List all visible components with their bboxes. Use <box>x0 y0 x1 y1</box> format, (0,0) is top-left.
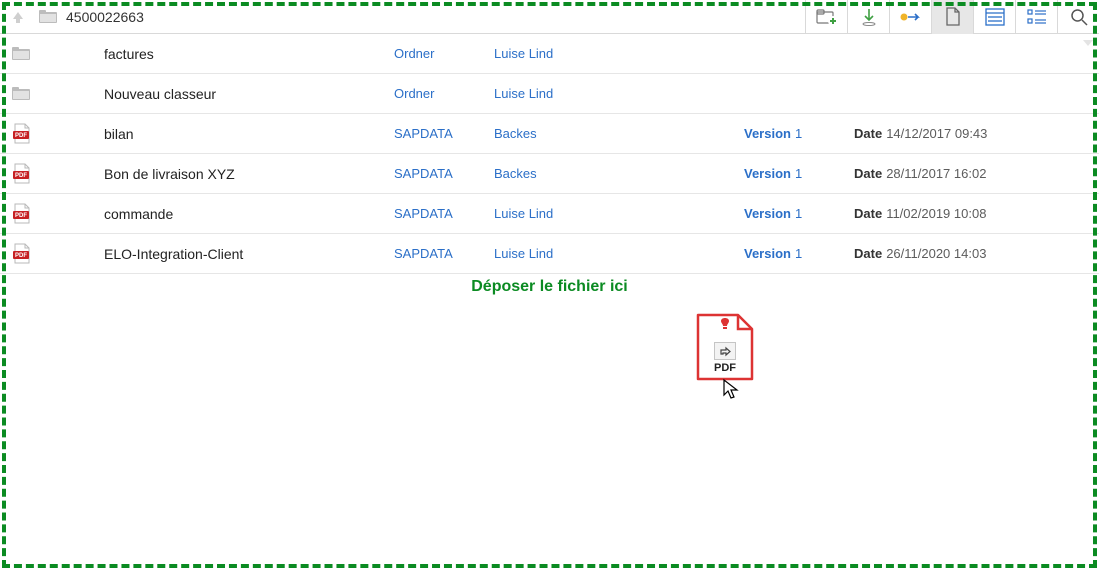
file-version: Version 1 <box>740 246 850 261</box>
svg-text:PDF: PDF <box>15 133 27 139</box>
folder-icon <box>0 45 40 63</box>
scroll-up-hint-icon <box>1083 40 1093 46</box>
file-name: Nouveau classeur <box>100 86 390 102</box>
svg-text:PDF: PDF <box>15 253 27 259</box>
file-date: Date 14/12/2017 09:43 <box>850 126 1090 141</box>
file-type[interactable]: Ordner <box>390 46 490 61</box>
file-version: Version 1 <box>740 126 850 141</box>
new-folder-button[interactable] <box>805 0 847 34</box>
page-title: 4500022663 <box>66 9 144 25</box>
nav-up-button[interactable] <box>6 5 30 29</box>
table-row[interactable]: PDFBon de livraison XYZSAPDATABackesVers… <box>0 154 1099 194</box>
folder-icon <box>38 9 58 25</box>
version-label: Version <box>744 166 791 181</box>
file-owner[interactable]: Backes <box>490 126 740 141</box>
file-type[interactable]: SAPDATA <box>390 166 490 181</box>
pdf-icon: PDF <box>0 243 40 265</box>
file-owner[interactable]: Luise Lind <box>490 86 740 101</box>
table-row[interactable]: facturesOrdnerLuise Lind <box>0 34 1099 74</box>
file-date: Date 11/02/2019 10:08 <box>850 206 1090 221</box>
date-value: 26/11/2020 14:03 <box>886 246 986 261</box>
version-value: 1 <box>795 206 802 221</box>
download-button[interactable] <box>847 0 889 34</box>
file-name: ELO-Integration-Client <box>100 246 390 262</box>
file-list: facturesOrdnerLuise LindNouveau classeur… <box>0 34 1099 274</box>
view-list-button[interactable] <box>1015 0 1057 34</box>
date-value: 14/12/2017 09:43 <box>886 126 987 141</box>
date-value: 11/02/2019 10:08 <box>886 206 986 221</box>
pdf-icon: PDF <box>0 123 40 145</box>
file-owner[interactable]: Luise Lind <box>490 206 740 221</box>
date-value: 28/11/2017 16:02 <box>886 166 986 181</box>
table-row[interactable]: PDF commandeSAPDATALuise Lind Version 1 Date… <box>0 194 1099 234</box>
table-row[interactable]: PDF bilanSAPDATABackes Version 1 Date 14/12/2… <box>0 114 1099 154</box>
drag-ghost: PDF <box>694 312 756 382</box>
file-type[interactable]: Ordner <box>390 86 490 101</box>
file-type[interactable]: SAPDATA <box>390 206 490 221</box>
file-version: Version 1 <box>740 166 850 181</box>
header-bar: 4500022663 <box>0 0 1099 34</box>
file-name: factures <box>100 46 390 62</box>
date-label: Date <box>854 206 882 221</box>
file-owner[interactable]: Luise Lind <box>490 46 740 61</box>
version-value: 1 <box>795 246 802 261</box>
date-label: Date <box>854 126 882 141</box>
date-label: Date <box>854 166 882 181</box>
version-label: Version <box>744 206 791 221</box>
file-name: Bon de livraison XYZ <box>100 166 390 182</box>
file-owner[interactable]: Backes <box>490 166 740 181</box>
folder-icon <box>0 85 40 103</box>
view-form-button[interactable] <box>973 0 1015 34</box>
checkout-button[interactable] <box>889 0 931 34</box>
search-button[interactable] <box>1057 0 1099 34</box>
date-label: Date <box>854 246 882 261</box>
version-value: 1 <box>795 166 802 181</box>
pdf-icon: PDF <box>0 203 40 225</box>
drop-here-label: Déposer le fichier ici <box>0 278 1099 296</box>
view-document-button[interactable] <box>931 0 973 34</box>
shortcut-arrow-icon <box>714 342 736 360</box>
drag-ghost-label: PDF <box>694 362 756 374</box>
file-date: Date 28/11/2017 16:02 <box>850 166 1090 181</box>
version-label: Version <box>744 126 791 141</box>
file-date: Date 26/11/2020 14:03 <box>850 246 1090 261</box>
file-type[interactable]: SAPDATA <box>390 246 490 261</box>
table-row[interactable]: PDF ELO-Integration-ClientSAPDATALuise Li… <box>0 234 1099 274</box>
table-row[interactable]: Nouveau classeurOrdnerLuise Lind <box>0 74 1099 114</box>
file-name: commande <box>100 206 390 222</box>
file-owner[interactable]: Luise Lind <box>490 246 740 261</box>
file-type[interactable]: SAPDATA <box>390 126 490 141</box>
version-value: 1 <box>795 126 802 141</box>
pdf-badge-icon <box>718 318 732 333</box>
mouse-cursor-icon <box>722 378 740 403</box>
file-version: Version 1 <box>740 206 850 221</box>
svg-text:PDF: PDF <box>15 213 27 219</box>
version-label: Version <box>744 246 791 261</box>
svg-text:PDF: PDF <box>15 173 27 179</box>
file-name: bilan <box>100 126 390 142</box>
pdf-icon: PDF <box>0 163 40 185</box>
toolbar <box>805 0 1099 34</box>
